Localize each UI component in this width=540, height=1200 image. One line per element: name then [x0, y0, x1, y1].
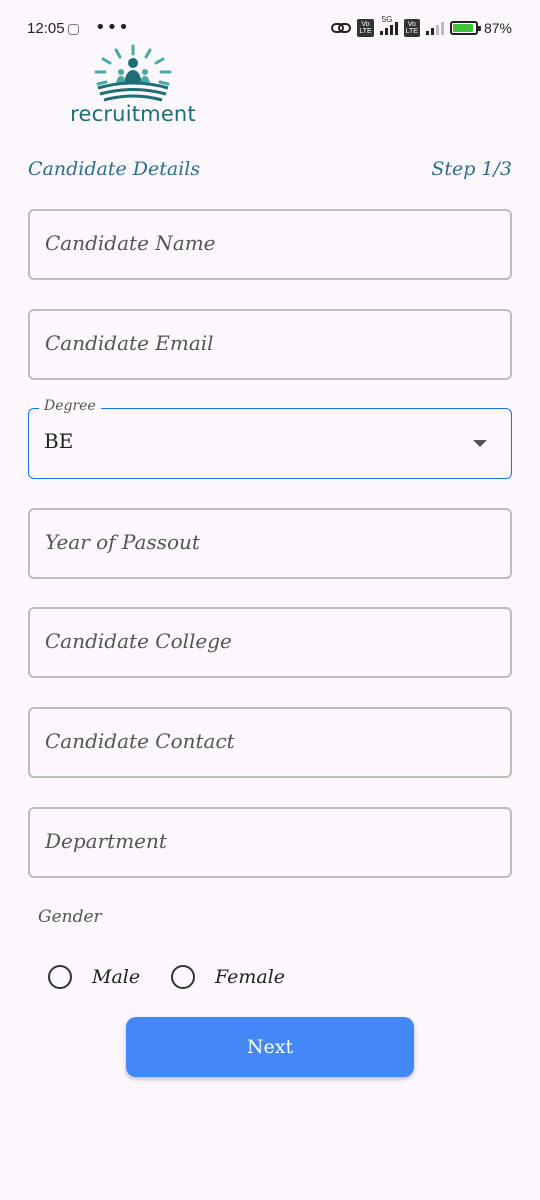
degree-select[interactable]: Degree BE — [28, 398, 512, 479]
candidate-college-field[interactable]: Candidate College — [28, 607, 512, 678]
signal-bars-2-icon — [425, 21, 444, 35]
radio-unchecked-icon[interactable] — [48, 965, 72, 989]
gender-option-label: Male — [92, 966, 141, 988]
notification-icon — [68, 24, 79, 35]
gender-label: Gender — [38, 907, 102, 927]
candidate-email-field[interactable]: Candidate Email — [28, 309, 512, 380]
signal-1: 5G — [379, 15, 398, 35]
candidate-name-placeholder: Candidate Name — [45, 231, 216, 255]
logo-text: recruitment — [70, 102, 196, 126]
year-of-passout-placeholder: Year of Passout — [45, 530, 200, 554]
battery-icon — [449, 21, 481, 35]
network-type: 5G — [381, 15, 393, 24]
status-time: 12:05 — [27, 20, 65, 37]
volte-icon-2: Vo LTE — [403, 19, 420, 37]
dropdown-arrow-icon[interactable] — [473, 440, 487, 447]
recruitment-logo-icon — [94, 44, 172, 102]
candidate-college-placeholder: Candidate College — [45, 629, 232, 653]
link-icon — [331, 23, 352, 33]
department-placeholder: Department — [45, 829, 167, 853]
next-button-label: Next — [246, 1036, 294, 1058]
year-of-passout-field[interactable]: Year of Passout — [28, 508, 512, 579]
status-indicators: Vo LTE 5G Vo LTE 87% — [331, 15, 512, 37]
degree-label: Degree — [39, 398, 101, 414]
candidate-contact-placeholder: Candidate Contact — [45, 729, 235, 753]
candidate-contact-field[interactable]: Candidate Contact — [28, 707, 512, 778]
candidate-email-placeholder: Candidate Email — [45, 331, 214, 355]
more-notifications-icon: ••• — [95, 17, 130, 38]
battery-percent: 87% — [483, 20, 512, 36]
step-indicator: Step 1/3 — [431, 158, 512, 180]
candidate-name-field[interactable]: Candidate Name — [28, 209, 512, 280]
degree-value: BE — [44, 429, 74, 453]
gender-option-label: Female — [215, 966, 286, 988]
radio-unchecked-icon[interactable] — [171, 965, 195, 989]
gender-radio-male[interactable]: Male — [48, 965, 140, 989]
department-field[interactable]: Department — [28, 807, 512, 878]
recruitment-logo: recruitment — [70, 42, 196, 132]
volte-icon: Vo LTE — [357, 19, 374, 37]
gender-radio-female[interactable]: Female — [171, 965, 285, 989]
page-title: Candidate Details — [28, 158, 201, 180]
next-button[interactable]: Next — [126, 1017, 414, 1077]
